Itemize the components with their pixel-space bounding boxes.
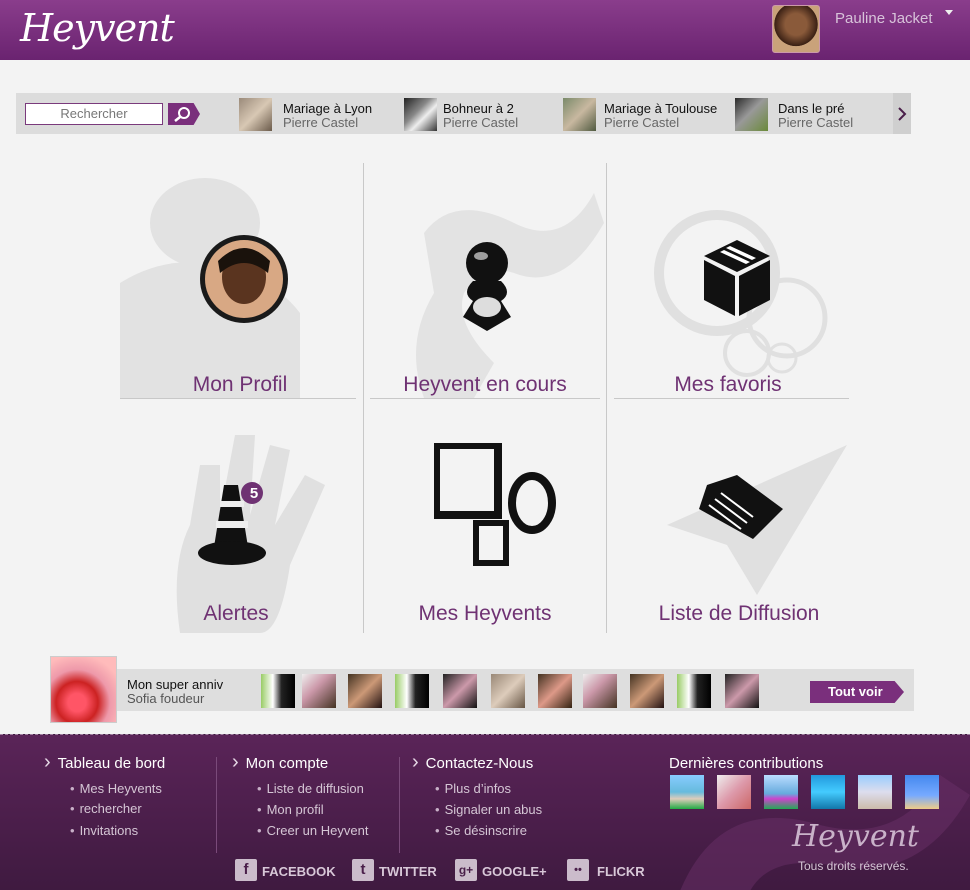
footer-divider: [399, 757, 400, 853]
contribution-photo[interactable]: [811, 775, 845, 809]
event-author: Pierre Castel: [443, 115, 519, 130]
footer-divider: [216, 757, 217, 853]
chevron-down-icon[interactable]: [945, 10, 953, 15]
footer-link[interactable]: Creer un Heyvent: [257, 823, 369, 838]
footer-logo: Heyvent: [792, 819, 919, 854]
grid-divider: [120, 398, 356, 399]
google-plus-icon: g+: [455, 859, 477, 881]
social-label: FLICKR: [597, 864, 645, 879]
tile-mailing-list[interactable]: Liste de Diffusion: [607, 405, 849, 633]
event-strip-author: Sofia foudeur: [127, 691, 205, 706]
alert-count-badge: 5: [249, 485, 259, 502]
tile-label: Mes Heyvents: [418, 602, 552, 625]
footer-link[interactable]: rechercher: [70, 801, 142, 816]
picture-frames-icon: [434, 443, 556, 566]
event-photo[interactable]: [443, 674, 477, 708]
event-title: Mariage à Lyon: [283, 101, 373, 116]
event-title: Bohneur à 2: [443, 101, 514, 116]
footer-link[interactable]: Se désinscrire: [435, 823, 527, 838]
event-photo[interactable]: [583, 674, 617, 708]
event-thumbnail: [404, 98, 437, 131]
event-strip-title: Mon super anniv: [127, 677, 224, 692]
tile-label: Mes favoris: [674, 373, 782, 396]
search-strip: Rechercher Mariage à Lyon Pierre Castel …: [16, 93, 911, 134]
chevron-right-icon: [898, 107, 907, 121]
footer-account-title[interactable]: Mon compte: [232, 755, 329, 772]
event-photo[interactable]: [725, 674, 759, 708]
twitter-icon: t: [352, 859, 374, 881]
social-label: TWITTER: [379, 864, 437, 879]
tile-label: Alertes: [203, 602, 269, 625]
event-thumbnail: [239, 98, 272, 131]
tile-label: Heyvent en cours: [403, 373, 567, 396]
tile-profile[interactable]: Mon Profil: [120, 163, 360, 398]
search-icon: [174, 107, 190, 122]
grid-divider: [370, 398, 600, 399]
event-title: Mariage à Toulouse: [604, 101, 718, 116]
event-photo[interactable]: [630, 674, 664, 708]
heyvent-logo[interactable]: Heyvent: [20, 6, 175, 50]
event-thumbnail: [735, 98, 768, 131]
hourglass-icon: [463, 242, 511, 331]
contribution-photo[interactable]: [717, 775, 751, 809]
contribution-photo[interactable]: [764, 775, 798, 809]
flickr-icon: ••: [567, 859, 589, 881]
footer-link[interactable]: Liste de diffusion: [257, 781, 364, 796]
user-avatar[interactable]: [772, 5, 820, 53]
archive-box-icon: [704, 240, 770, 316]
event-thumbnail: [563, 98, 596, 131]
search-input[interactable]: Rechercher: [25, 103, 163, 125]
username[interactable]: Pauline Jacket: [835, 10, 933, 27]
latest-contributions-title: Dernières contributions: [669, 755, 824, 772]
tile-label: Mon Profil: [192, 373, 288, 396]
event-photo[interactable]: [348, 674, 382, 708]
event-cover-image[interactable]: [50, 656, 117, 723]
event-author: Pierre Castel: [604, 115, 680, 130]
address-book-icon: [699, 475, 783, 539]
social-label: FACEBOOK: [262, 864, 336, 879]
footer-link[interactable]: Invitations: [70, 823, 139, 838]
copyright-text: Tous droits réservés.: [798, 859, 909, 873]
footer: Tableau de bord Mes Heyvents rechercher …: [0, 734, 970, 890]
footer-link[interactable]: Plus d’infos: [435, 781, 511, 796]
event-author: Pierre Castel: [283, 115, 359, 130]
event-photo[interactable]: [395, 674, 429, 708]
event-photo[interactable]: [677, 674, 711, 708]
tile-favorites[interactable]: Mes favoris: [607, 163, 849, 398]
event-title: Dans le pré: [778, 101, 845, 116]
tile-current-heyvent[interactable]: Heyvent en cours: [364, 163, 606, 398]
profile-photo: [200, 235, 288, 323]
footer-link[interactable]: Mes Heyvents: [70, 781, 162, 796]
facebook-icon: f: [235, 859, 257, 881]
strip-next-button[interactable]: [893, 93, 911, 134]
tile-label: Liste de Diffusion: [658, 602, 820, 625]
event-photo[interactable]: [261, 674, 295, 708]
search-button[interactable]: [168, 103, 200, 125]
see-all-button[interactable]: Tout voir: [810, 681, 904, 703]
tile-alerts[interactable]: 5 Alertes: [120, 405, 363, 633]
contribution-photo[interactable]: [858, 775, 892, 809]
social-label: GOOGLE+: [482, 864, 547, 879]
event-photo[interactable]: [302, 674, 336, 708]
contribution-photo[interactable]: [670, 775, 704, 809]
grid-divider: [614, 398, 849, 399]
contribution-photo[interactable]: [905, 775, 939, 809]
footer-dashboard-title[interactable]: Tableau de bord: [44, 755, 166, 772]
tile-my-heyvents[interactable]: Mes Heyvents: [364, 405, 606, 633]
event-photo[interactable]: [491, 674, 525, 708]
footer-contact-title[interactable]: Contactez-Nous: [412, 755, 534, 772]
event-photo[interactable]: [538, 674, 572, 708]
footer-link[interactable]: Signaler un abus: [435, 802, 543, 817]
top-bar: Heyvent Pauline Jacket: [0, 0, 970, 60]
event-author: Pierre Castel: [778, 115, 854, 130]
footer-link[interactable]: Mon profil: [257, 802, 324, 817]
